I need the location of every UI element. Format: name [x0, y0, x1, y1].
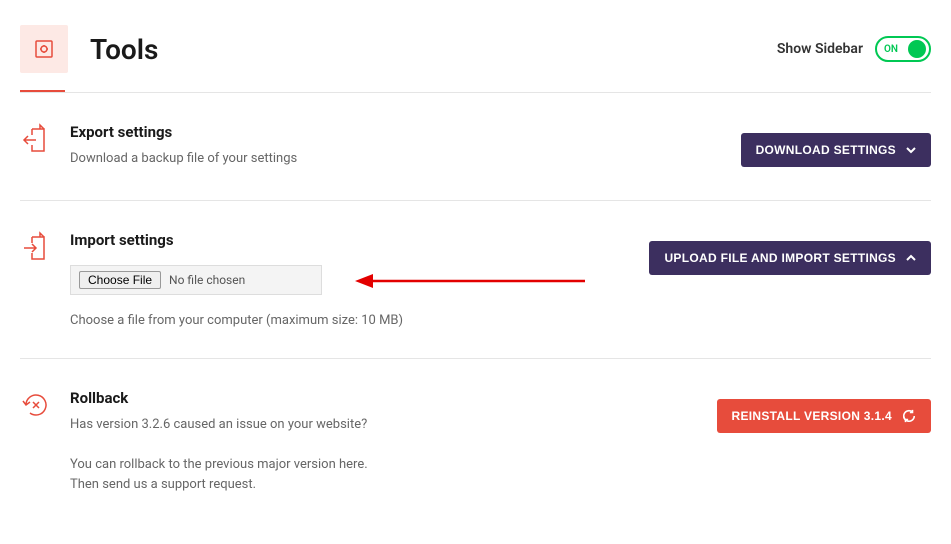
rollback-section: Rollback Has version 3.2.6 caused an iss…: [0, 359, 951, 526]
rollback-line3: Then send us a support request.: [70, 475, 717, 496]
upload-button-label: Upload file and import settings: [664, 251, 896, 265]
rollback-content: Rollback Has version 3.2.6 caused an iss…: [70, 389, 717, 496]
chevron-up-icon: [906, 253, 916, 263]
rollback-icon: [20, 389, 70, 496]
import-action: Upload file and import settings: [649, 231, 931, 328]
export-desc: Download a backup file of your settings: [70, 149, 741, 170]
sidebar-toggle-label: Show Sidebar: [777, 41, 863, 57]
rollback-line1: Has version 3.2.6 caused an issue on you…: [70, 415, 717, 436]
rollback-title: Rollback: [70, 389, 717, 407]
choose-file-button[interactable]: Choose File: [79, 271, 161, 289]
download-settings-button[interactable]: Download Settings: [741, 133, 931, 167]
import-icon: [20, 231, 70, 328]
export-action: Download Settings: [741, 123, 931, 170]
file-status-text: No file chosen: [169, 273, 245, 287]
export-title: Export settings: [70, 123, 741, 141]
upload-import-button[interactable]: Upload file and import settings: [649, 241, 931, 275]
reinstall-button[interactable]: Reinstall version 3.1.4: [717, 399, 932, 433]
page-title: Tools: [90, 33, 158, 66]
page-header: Tools Show Sidebar ON: [0, 0, 951, 93]
tools-icon: [20, 25, 68, 73]
export-content: Export settings Download a backup file o…: [70, 123, 741, 170]
rollback-line2: You can rollback to the previous major v…: [70, 455, 717, 476]
header-left: Tools: [20, 25, 158, 73]
export-section: Export settings Download a backup file o…: [0, 93, 951, 200]
reinstall-button-label: Reinstall version 3.1.4: [732, 409, 893, 423]
toggle-handle: [908, 40, 926, 58]
export-icon: [20, 123, 70, 170]
rollback-action: Reinstall version 3.1.4: [717, 389, 932, 496]
annotation-arrow-icon: [355, 271, 585, 291]
toggle-state-label: ON: [884, 44, 898, 55]
download-button-label: Download Settings: [756, 143, 896, 157]
import-help-text: Choose a file from your computer (maximu…: [70, 313, 649, 328]
file-input[interactable]: Choose File No file chosen: [70, 265, 322, 295]
import-title: Import settings: [70, 231, 649, 249]
sidebar-toggle[interactable]: ON: [875, 36, 931, 62]
import-section: Import settings Choose File No file chos…: [0, 201, 951, 358]
header-right: Show Sidebar ON: [777, 36, 931, 62]
chevron-down-icon: [906, 145, 916, 155]
refresh-icon: [902, 409, 916, 423]
